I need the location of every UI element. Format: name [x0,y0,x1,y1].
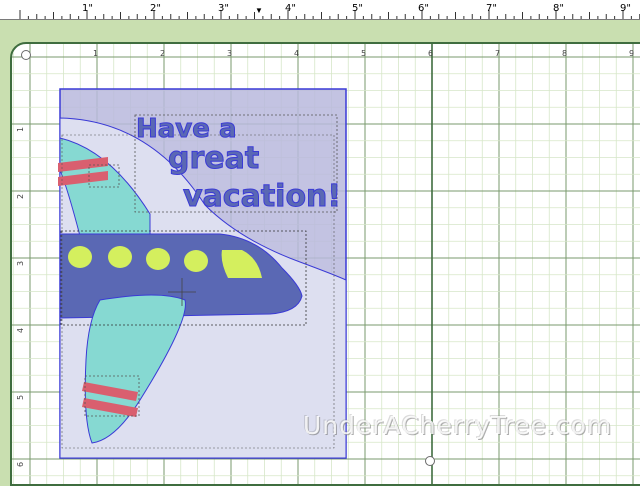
watermark: UnderACherryTree.com [303,411,613,440]
title-line-2[interactable]: great [168,141,260,177]
title-line-1[interactable]: Have a [136,114,237,145]
plane-window [184,250,208,272]
mat-bottom-handle[interactable] [425,456,435,466]
plane-window [146,248,170,270]
plane-window [108,246,132,268]
mat-corner-handle[interactable] [21,50,31,60]
title-line-3[interactable]: vacation! [183,179,342,215]
design-layer: Have a great vacation! [58,88,347,459]
plane-window [68,246,92,268]
